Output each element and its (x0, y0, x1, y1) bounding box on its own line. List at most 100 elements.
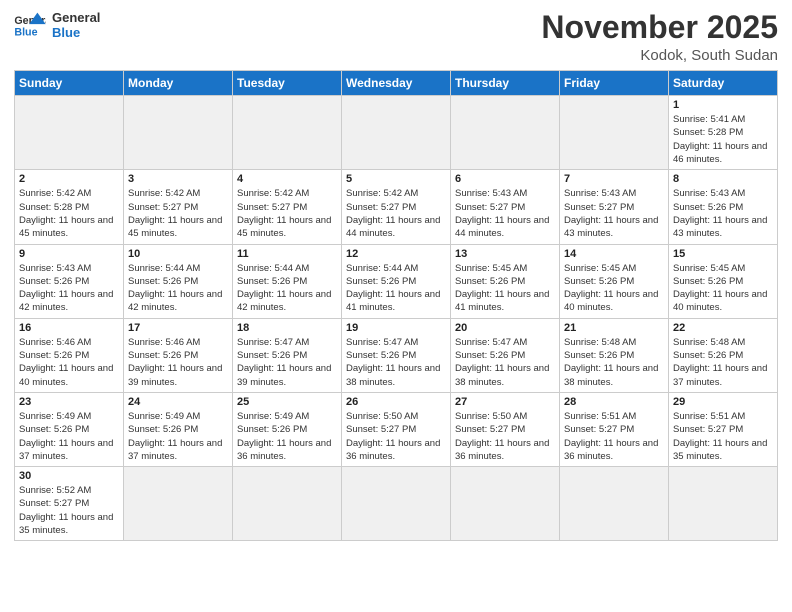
logo-icon: General Blue (14, 11, 46, 39)
day-info: Sunrise: 5:41 AM Sunset: 5:28 PM Dayligh… (673, 113, 773, 166)
calendar-cell: 27 Sunrise: 5:50 AM Sunset: 5:27 PM Dayli… (451, 392, 560, 466)
day-number: 4 (237, 173, 337, 185)
weekday-header-sunday: Sunday (15, 71, 124, 96)
day-info: Sunrise: 5:43 AM Sunset: 5:27 PM Dayligh… (564, 187, 664, 240)
calendar-cell: 20 Sunrise: 5:47 AM Sunset: 5:26 PM Dayli… (451, 318, 560, 392)
day-number: 21 (564, 322, 664, 334)
day-info: Sunrise: 5:46 AM Sunset: 5:26 PM Dayligh… (128, 336, 228, 389)
calendar-cell (451, 96, 560, 170)
day-number: 10 (128, 248, 228, 260)
calendar-cell: 14 Sunrise: 5:45 AM Sunset: 5:26 PM Dayli… (560, 244, 669, 318)
day-info: Sunrise: 5:52 AM Sunset: 5:27 PM Dayligh… (19, 484, 119, 537)
calendar-cell: 10 Sunrise: 5:44 AM Sunset: 5:26 PM Dayli… (124, 244, 233, 318)
day-number: 1 (673, 99, 773, 111)
day-info: Sunrise: 5:43 AM Sunset: 5:26 PM Dayligh… (19, 262, 119, 315)
week-row-5: 23Sunrise: 5:49 AM Sunset: 5:26 PM Dayli… (15, 392, 778, 466)
calendar-table: SundayMondayTuesdayWednesdayThursdayFrid… (14, 70, 778, 541)
day-info: Sunrise: 5:50 AM Sunset: 5:27 PM Dayligh… (455, 410, 555, 463)
day-number: 19 (346, 322, 446, 334)
month-title: November 2025 (541, 10, 778, 45)
day-info: Sunrise: 5:43 AM Sunset: 5:27 PM Dayligh… (455, 187, 555, 240)
calendar-cell: 17 Sunrise: 5:46 AM Sunset: 5:26 PM Dayli… (124, 318, 233, 392)
day-number: 5 (346, 173, 446, 185)
calendar-cell (124, 96, 233, 170)
day-info: Sunrise: 5:47 AM Sunset: 5:26 PM Dayligh… (455, 336, 555, 389)
calendar-cell: 5 Sunrise: 5:42 AM Sunset: 5:27 PM Daylig… (342, 170, 451, 244)
day-number: 13 (455, 248, 555, 260)
day-number: 20 (455, 322, 555, 334)
week-row-6: 30 Sunrise: 5:52 AM Sunset: 5:27 PM Dayli… (15, 467, 778, 541)
calendar-cell (560, 467, 669, 541)
day-info: Sunrise: 5:49 AM Sunset: 5:26 PM Dayligh… (237, 410, 337, 463)
day-info: Sunrise: 5:43 AM Sunset: 5:26 PM Dayligh… (673, 187, 773, 240)
logo-general-text: General (52, 10, 100, 25)
header: General Blue General Blue November 2025 … (14, 10, 778, 64)
calendar-cell: 25 Sunrise: 5:49 AM Sunset: 5:26 PM Dayli… (233, 392, 342, 466)
calendar-cell (451, 467, 560, 541)
calendar-cell: 28 Sunrise: 5:51 AM Sunset: 5:27 PM Dayli… (560, 392, 669, 466)
day-info: Sunrise: 5:47 AM Sunset: 5:26 PM Dayligh… (237, 336, 337, 389)
day-info: Sunrise: 5:45 AM Sunset: 5:26 PM Dayligh… (564, 262, 664, 315)
day-info: Sunrise: 5:42 AM Sunset: 5:27 PM Dayligh… (346, 187, 446, 240)
calendar-cell: 1 Sunrise: 5:41 AM Sunset: 5:28 PM Daylig… (669, 96, 778, 170)
day-number: 29 (673, 396, 773, 408)
day-number: 26 (346, 396, 446, 408)
calendar-cell (669, 467, 778, 541)
day-number: 12 (346, 248, 446, 260)
calendar-cell: 29 Sunrise: 5:51 AM Sunset: 5:27 PM Dayli… (669, 392, 778, 466)
week-row-3: 9Sunrise: 5:43 AM Sunset: 5:26 PM Daylig… (15, 244, 778, 318)
day-info: Sunrise: 5:42 AM Sunset: 5:28 PM Dayligh… (19, 187, 119, 240)
day-number: 2 (19, 173, 119, 185)
day-info: Sunrise: 5:49 AM Sunset: 5:26 PM Dayligh… (19, 410, 119, 463)
calendar-cell (560, 96, 669, 170)
day-info: Sunrise: 5:47 AM Sunset: 5:26 PM Dayligh… (346, 336, 446, 389)
day-info: Sunrise: 5:48 AM Sunset: 5:26 PM Dayligh… (564, 336, 664, 389)
calendar-cell: 18Sunrise: 5:47 AM Sunset: 5:26 PM Dayli… (233, 318, 342, 392)
calendar-cell: 19 Sunrise: 5:47 AM Sunset: 5:26 PM Dayli… (342, 318, 451, 392)
day-info: Sunrise: 5:49 AM Sunset: 5:26 PM Dayligh… (128, 410, 228, 463)
calendar-cell: 22 Sunrise: 5:48 AM Sunset: 5:26 PM Dayli… (669, 318, 778, 392)
calendar-cell: 13Sunrise: 5:45 AM Sunset: 5:26 PM Dayli… (451, 244, 560, 318)
calendar-cell: 15Sunrise: 5:45 AM Sunset: 5:26 PM Dayli… (669, 244, 778, 318)
day-info: Sunrise: 5:44 AM Sunset: 5:26 PM Dayligh… (128, 262, 228, 315)
day-number: 30 (19, 470, 119, 482)
logo: General Blue General Blue (14, 10, 100, 40)
day-number: 17 (128, 322, 228, 334)
day-info: Sunrise: 5:42 AM Sunset: 5:27 PM Dayligh… (237, 187, 337, 240)
weekday-header-wednesday: Wednesday (342, 71, 451, 96)
day-number: 11 (237, 248, 337, 260)
day-number: 14 (564, 248, 664, 260)
weekday-header-row: SundayMondayTuesdayWednesdayThursdayFrid… (15, 71, 778, 96)
weekday-header-thursday: Thursday (451, 71, 560, 96)
day-number: 6 (455, 173, 555, 185)
calendar-cell: 2 Sunrise: 5:42 AM Sunset: 5:28 PM Daylig… (15, 170, 124, 244)
day-number: 27 (455, 396, 555, 408)
day-info: Sunrise: 5:42 AM Sunset: 5:27 PM Dayligh… (128, 187, 228, 240)
day-info: Sunrise: 5:46 AM Sunset: 5:26 PM Dayligh… (19, 336, 119, 389)
svg-text:Blue: Blue (14, 27, 37, 39)
day-number: 24 (128, 396, 228, 408)
weekday-header-monday: Monday (124, 71, 233, 96)
day-info: Sunrise: 5:51 AM Sunset: 5:27 PM Dayligh… (564, 410, 664, 463)
day-info: Sunrise: 5:44 AM Sunset: 5:26 PM Dayligh… (237, 262, 337, 315)
calendar-cell: 23Sunrise: 5:49 AM Sunset: 5:26 PM Dayli… (15, 392, 124, 466)
day-number: 25 (237, 396, 337, 408)
day-number: 28 (564, 396, 664, 408)
calendar-cell: 16Sunrise: 5:46 AM Sunset: 5:26 PM Dayli… (15, 318, 124, 392)
weekday-header-saturday: Saturday (669, 71, 778, 96)
day-number: 7 (564, 173, 664, 185)
calendar-cell: 30 Sunrise: 5:52 AM Sunset: 5:27 PM Dayli… (15, 467, 124, 541)
calendar-cell (15, 96, 124, 170)
day-info: Sunrise: 5:51 AM Sunset: 5:27 PM Dayligh… (673, 410, 773, 463)
calendar-cell: 24 Sunrise: 5:49 AM Sunset: 5:26 PM Dayli… (124, 392, 233, 466)
weekday-header-friday: Friday (560, 71, 669, 96)
day-number: 22 (673, 322, 773, 334)
calendar-cell: 7 Sunrise: 5:43 AM Sunset: 5:27 PM Daylig… (560, 170, 669, 244)
calendar-cell (342, 96, 451, 170)
calendar-cell: 3Sunrise: 5:42 AM Sunset: 5:27 PM Daylig… (124, 170, 233, 244)
calendar-cell: 26Sunrise: 5:50 AM Sunset: 5:27 PM Dayli… (342, 392, 451, 466)
week-row-4: 16Sunrise: 5:46 AM Sunset: 5:26 PM Dayli… (15, 318, 778, 392)
calendar-cell: 21 Sunrise: 5:48 AM Sunset: 5:26 PM Dayli… (560, 318, 669, 392)
day-info: Sunrise: 5:48 AM Sunset: 5:26 PM Dayligh… (673, 336, 773, 389)
location: Kodok, South Sudan (541, 47, 778, 64)
